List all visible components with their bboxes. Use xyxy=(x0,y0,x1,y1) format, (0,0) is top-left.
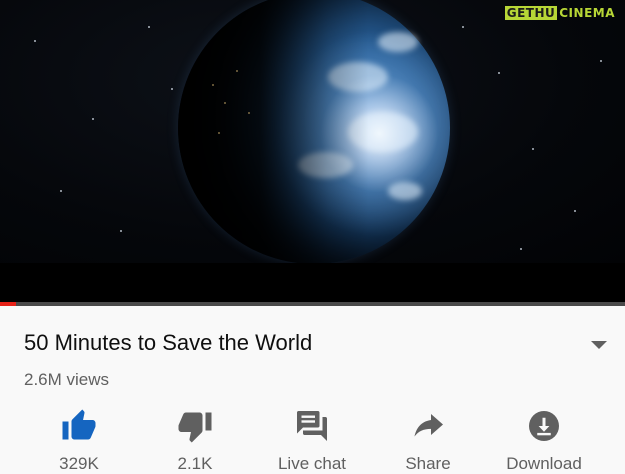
earth-image xyxy=(178,0,450,263)
like-button[interactable]: 329K xyxy=(31,408,127,473)
view-count: 2.6M views xyxy=(24,370,110,389)
live-chat-button[interactable]: Live chat xyxy=(264,408,360,473)
video-player[interactable]: GETHU CINEMA xyxy=(0,0,625,306)
share-button[interactable]: Share xyxy=(380,408,476,473)
video-frame[interactable]: GETHU CINEMA xyxy=(0,0,625,263)
dislike-count: 2.1K xyxy=(177,454,213,473)
chat-icon xyxy=(294,408,330,444)
download-icon xyxy=(526,408,562,444)
share-arrow-icon xyxy=(410,408,446,444)
like-count: 329K xyxy=(59,454,99,473)
thumbs-down-icon xyxy=(177,408,213,444)
channel-watermark: GETHU CINEMA xyxy=(504,6,615,20)
watermark-text-2: CINEMA xyxy=(559,6,615,20)
watermark-text-1: GETHU xyxy=(504,6,558,20)
download-button[interactable]: Download xyxy=(496,408,592,473)
thumbs-up-icon xyxy=(61,408,97,444)
video-title: 50 Minutes to Save the World xyxy=(24,330,313,355)
live-chat-label: Live chat xyxy=(277,454,347,473)
share-label: Share xyxy=(405,454,451,473)
chevron-down-icon[interactable] xyxy=(591,341,607,349)
video-info-panel: 50 Minutes to Save the World 2.6M views … xyxy=(0,306,625,473)
dislike-button[interactable]: 2.1K xyxy=(147,408,243,473)
download-label: Download xyxy=(506,454,582,473)
